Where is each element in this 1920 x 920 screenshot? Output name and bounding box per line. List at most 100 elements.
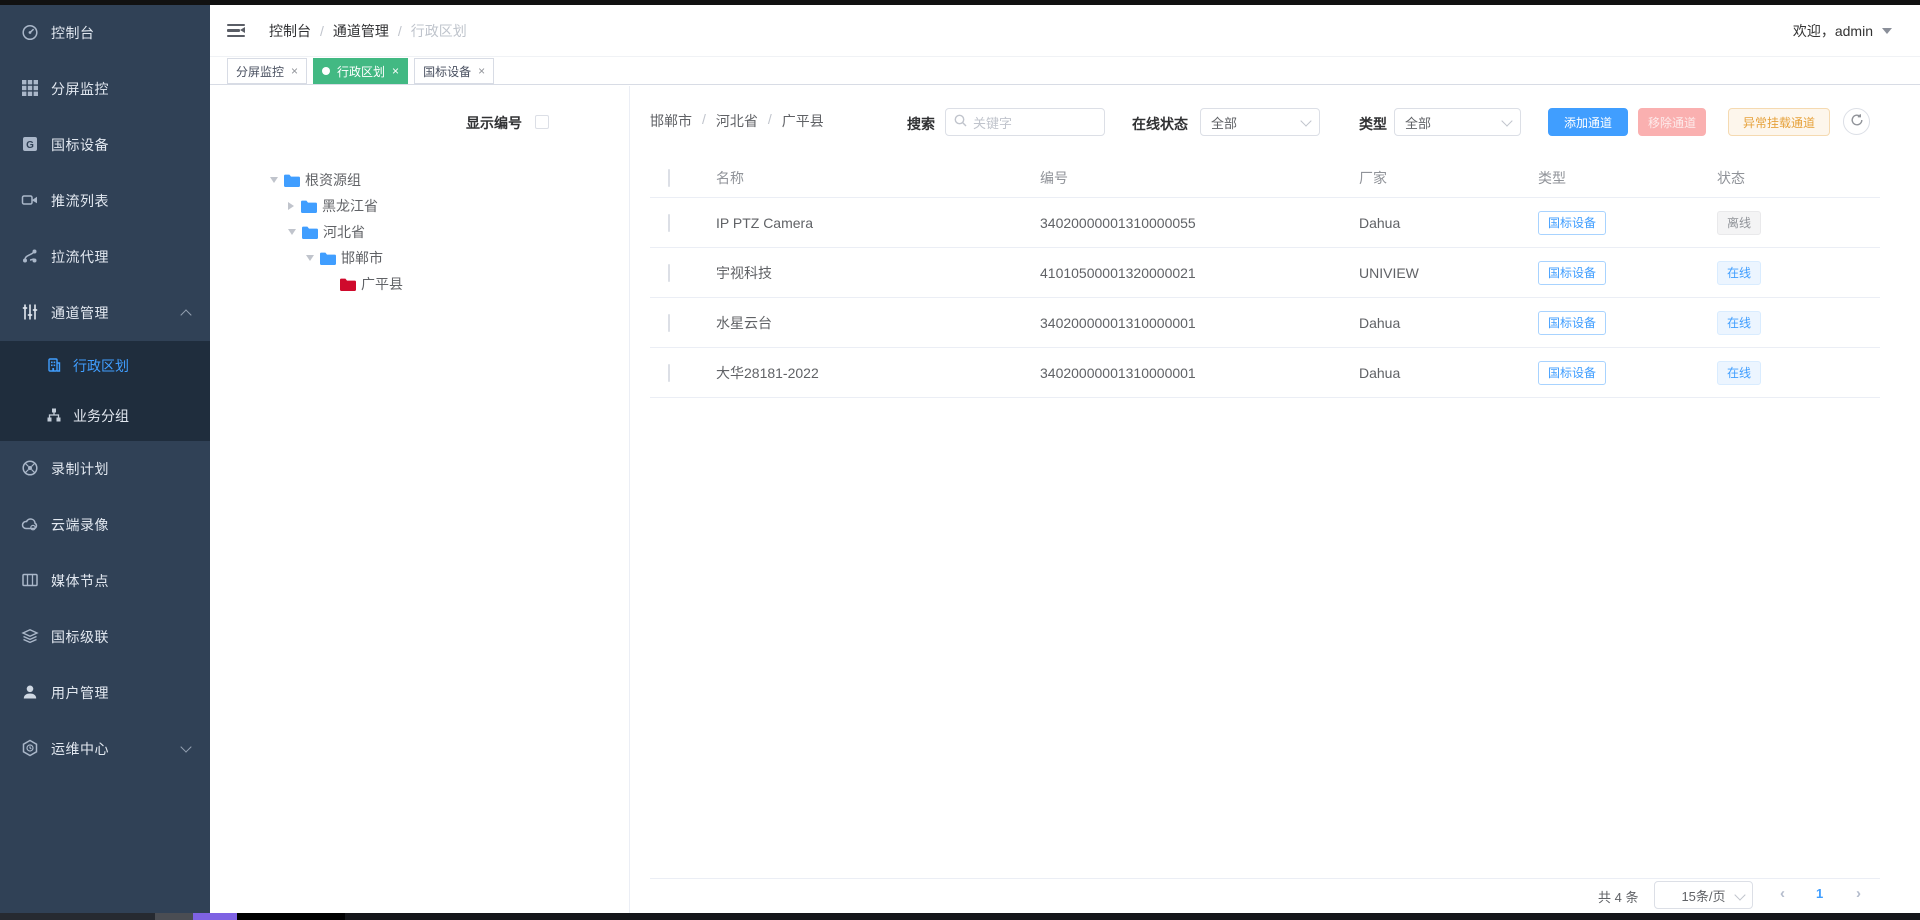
search-input[interactable]: 关键字 [945, 108, 1105, 136]
sidebar-item-pull-proxy[interactable]: 拉流代理 [0, 229, 210, 285]
cell-vendor: Dahua [1359, 215, 1538, 231]
cell-name: 大华28181-2022 [716, 363, 1040, 383]
row-checkbox[interactable] [668, 264, 670, 282]
tree-node-guangping-selected[interactable]: 广平县 [340, 272, 403, 296]
cell-vendor: Dahua [1359, 315, 1538, 331]
sidebar: 控制台 分屏监控 G 国标设备 推流列表 拉流代理 通道管理 行政区划 [0, 5, 210, 913]
tab-gb-device[interactable]: 国标设备 × [414, 58, 494, 84]
close-icon[interactable]: × [478, 65, 485, 77]
footer-divider [650, 878, 1880, 879]
tab-split-monitor[interactable]: 分屏监控 × [227, 58, 307, 84]
sidebar-item-business-group[interactable]: 业务分组 [0, 391, 210, 441]
ops-center-icon [21, 739, 39, 760]
breadcrumb: 控制台 / 通道管理 / 行政区划 [269, 21, 467, 41]
sidebar-item-gb-cascade[interactable]: 国标级联 [0, 609, 210, 665]
region-breadcrumb-item[interactable]: 河北省 [716, 111, 758, 131]
tree-node-label: 黑龙江省 [322, 196, 378, 216]
type-select[interactable]: 全部 [1394, 108, 1521, 136]
media-node-icon [21, 571, 39, 592]
caret-expanded-icon[interactable] [306, 255, 314, 261]
prev-page-icon[interactable]: ‹ [1780, 885, 1785, 902]
breadcrumb-item[interactable]: 通道管理 [333, 21, 389, 41]
caret-collapsed-icon[interactable] [288, 202, 294, 210]
current-page[interactable]: 1 [1816, 886, 1823, 901]
tags-view-bar: 分屏监控 × 行政区划 × 国标设备 × [210, 57, 1920, 85]
column-header-type: 类型 [1538, 168, 1717, 188]
sidebar-item-label: 国标级联 [51, 627, 109, 647]
tab-admin-district[interactable]: 行政区划 × [313, 58, 408, 84]
sidebar-item-label: 行政区划 [73, 356, 129, 376]
region-tree-panel: 显示编号 根资源组 黑龙江省 河北省 邯郸市 [210, 86, 630, 913]
chevron-up-icon [180, 309, 191, 320]
channel-list-panel: 邯郸市 / 河北省 / 广平县 搜索 关键字 在线状态 全部 类型 全部 添加通 [630, 86, 1920, 913]
row-checkbox[interactable] [668, 364, 670, 382]
type-tag[interactable]: 国标设备 [1538, 361, 1606, 385]
select-value: 全部 [1211, 113, 1237, 132]
breadcrumb-separator: / [768, 111, 772, 131]
cell-code: 34020000001310000001 [1040, 365, 1359, 381]
sidebar-item-gb-device[interactable]: G 国标设备 [0, 117, 210, 173]
table-row[interactable]: 大华28181-2022 34020000001310000001 Dahua … [650, 348, 1880, 398]
tree-node-hebei[interactable]: 河北省 [288, 220, 365, 244]
select-all-checkbox[interactable] [668, 169, 670, 187]
tree-node-root[interactable]: 根资源组 [270, 168, 361, 192]
chevron-down-icon [180, 741, 191, 752]
type-tag[interactable]: 国标设备 [1538, 261, 1606, 285]
caret-expanded-icon[interactable] [270, 177, 278, 183]
next-page-icon[interactable]: › [1856, 885, 1861, 902]
channel-mgmt-submenu: 行政区划 业务分组 [0, 341, 210, 441]
cell-name: 宇视科技 [716, 263, 1040, 283]
sidebar-item-label: 媒体节点 [51, 571, 109, 591]
sidebar-item-ops-center[interactable]: 运维中心 [0, 721, 210, 777]
record-plan-icon [21, 459, 39, 480]
breadcrumb-separator: / [320, 23, 324, 39]
table-header-row: 名称 编号 厂家 类型 状态 [650, 158, 1880, 198]
page-size-select[interactable]: 15条/页 [1654, 881, 1753, 909]
region-breadcrumb-item[interactable]: 邯郸市 [650, 111, 692, 131]
gb-device-icon: G [21, 135, 39, 156]
folder-icon [320, 252, 336, 265]
abnormal-mount-button[interactable]: 异常挂载通道 [1728, 108, 1830, 136]
tree-node-label: 邯郸市 [341, 248, 383, 268]
sidebar-item-push-list[interactable]: 推流列表 [0, 173, 210, 229]
table-row[interactable]: IP PTZ Camera 34020000001310000055 Dahua… [650, 198, 1880, 248]
tab-label: 国标设备 [423, 63, 471, 80]
close-icon[interactable]: × [392, 65, 399, 77]
sidebar-item-console[interactable]: 控制台 [0, 5, 210, 61]
breadcrumb-item[interactable]: 控制台 [269, 21, 311, 41]
sidebar-item-user-mgmt[interactable]: 用户管理 [0, 665, 210, 721]
sidebar-item-record-plan[interactable]: 录制计划 [0, 441, 210, 497]
remove-channel-button[interactable]: 移除通道 [1638, 108, 1706, 136]
show-number-checkbox[interactable] [535, 115, 549, 129]
table-row[interactable]: 宇视科技 41010500001320000021 UNIVIEW 国标设备 在… [650, 248, 1880, 298]
online-status-select[interactable]: 全部 [1200, 108, 1320, 136]
add-channel-button[interactable]: 添加通道 [1548, 108, 1628, 136]
gauge-icon [21, 23, 39, 44]
type-tag[interactable]: 国标设备 [1538, 211, 1606, 235]
sidebar-item-label: 业务分组 [73, 406, 129, 426]
user-menu[interactable]: 欢迎，admin [1793, 21, 1892, 41]
sidebar-item-media-node[interactable]: 媒体节点 [0, 553, 210, 609]
sidebar-item-channel-mgmt[interactable]: 通道管理 [0, 285, 210, 341]
caret-expanded-icon[interactable] [288, 229, 296, 235]
table-row[interactable]: 水星云台 34020000001310000001 Dahua 国标设备 在线 [650, 298, 1880, 348]
refresh-button[interactable] [1843, 108, 1870, 135]
cell-code: 41010500001320000021 [1040, 265, 1359, 281]
type-tag[interactable]: 国标设备 [1538, 311, 1606, 335]
close-icon[interactable]: × [291, 65, 298, 77]
collapse-sidebar-icon[interactable] [227, 24, 245, 38]
online-status-label: 在线状态 [1132, 114, 1188, 134]
user-icon [21, 683, 39, 704]
region-breadcrumb-item[interactable]: 广平县 [782, 111, 824, 131]
cell-code: 34020000001310000055 [1040, 215, 1359, 231]
row-checkbox[interactable] [668, 214, 670, 232]
caret-down-icon [1882, 28, 1892, 34]
row-checkbox[interactable] [668, 314, 670, 332]
sidebar-item-split-monitor[interactable]: 分屏监控 [0, 61, 210, 117]
org-tree-icon [46, 407, 62, 426]
sidebar-item-cloud-record[interactable]: 云端录像 [0, 497, 210, 553]
tree-node-heilongjiang[interactable]: 黑龙江省 [288, 194, 378, 218]
sidebar-item-admin-district[interactable]: 行政区划 [0, 341, 210, 391]
tree-node-handan[interactable]: 邯郸市 [306, 246, 383, 270]
column-header-name: 名称 [716, 168, 1040, 188]
